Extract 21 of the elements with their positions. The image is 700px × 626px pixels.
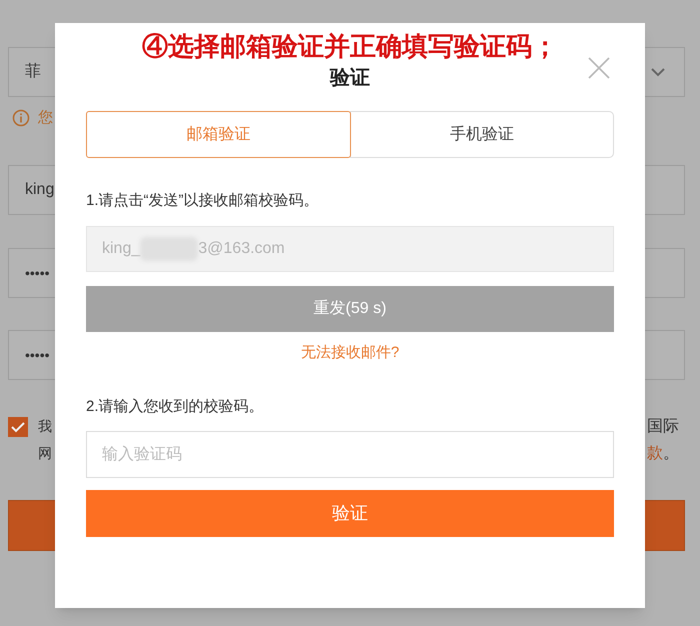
code-input-field[interactable]: 输入验证码 xyxy=(86,431,614,478)
step-instruction: 2.请输入您收到的校验码。 xyxy=(86,397,265,417)
agreement-text: 网 xyxy=(38,444,52,463)
terms-link[interactable]: 款 xyxy=(647,445,663,462)
select-value: 菲 xyxy=(25,62,41,82)
step-instruction: 1.请点击“发送”以接收邮箱校验码。 xyxy=(86,191,320,211)
info-icon xyxy=(12,109,30,127)
notice-text: 您 xyxy=(38,108,53,128)
annotation-text: ④选择邮箱验证并正确填写验证码； xyxy=(142,30,558,63)
dialog-title: 验证 xyxy=(330,66,370,91)
chevron-down-icon xyxy=(650,67,666,77)
agreement-text: 我 xyxy=(38,417,52,436)
agreement-text: 。 xyxy=(663,445,679,462)
email-field: king_ 3@163.com xyxy=(86,226,614,272)
close-icon xyxy=(587,56,611,80)
verify-button[interactable]: 验证 xyxy=(86,490,614,537)
tab[interactable]: 邮箱验证 xyxy=(86,111,350,158)
help-link[interactable]: 无法接收邮件? xyxy=(300,342,400,364)
tab[interactable]: 手机验证 xyxy=(350,111,614,158)
agreement-text: 国际 xyxy=(647,417,679,437)
agreement-checkbox[interactable] xyxy=(8,417,28,437)
